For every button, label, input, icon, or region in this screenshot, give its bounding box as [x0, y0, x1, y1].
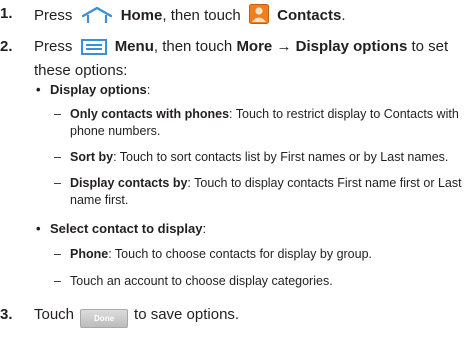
sub-item: – Touch an account to choose display cat… — [54, 274, 333, 288]
step-number: 1. — [0, 5, 13, 22]
sub-item: – Only contacts with phones: Touch to re… — [54, 107, 459, 138]
step-text: Touch Done to save options. — [34, 305, 472, 328]
step-text: Press Menu, then touch More → Display op… — [34, 38, 449, 79]
bullet-dot: • — [36, 221, 41, 236]
step-number: 3. — [0, 306, 13, 323]
home-icon — [81, 6, 113, 30]
step-1: 1. Press Home, then touch Contacts. — [0, 4, 472, 30]
bullet-select-contact: • Select contact to display: — [36, 221, 207, 236]
step-number: 2. — [0, 38, 13, 55]
arrow: → — [276, 38, 292, 55]
bullet-dot: • — [36, 82, 41, 97]
display-options-label: Display options — [295, 38, 408, 55]
step-2: 2. Press Menu, then touch More → Display… — [0, 37, 472, 81]
contacts-icon — [248, 4, 269, 30]
bullet-display-options: • Display options: — [36, 82, 151, 97]
more-label: More — [236, 38, 273, 55]
home-label: Home — [120, 7, 163, 24]
menu-icon — [80, 39, 107, 61]
step-3: 3. Touch Done to save options. — [0, 305, 472, 328]
done-button[interactable]: Done — [80, 309, 129, 328]
sub-item: – Phone: Touch to choose contacts for di… — [54, 247, 373, 261]
sub-item: – Display contacts by: Touch to display … — [54, 176, 462, 207]
menu-label: Menu — [114, 38, 154, 55]
contacts-label: Contacts — [277, 7, 342, 24]
step-text: Press Home, then touch Contacts. — [34, 4, 472, 30]
sub-item: – Sort by: Touch to sort contacts list b… — [54, 150, 449, 164]
